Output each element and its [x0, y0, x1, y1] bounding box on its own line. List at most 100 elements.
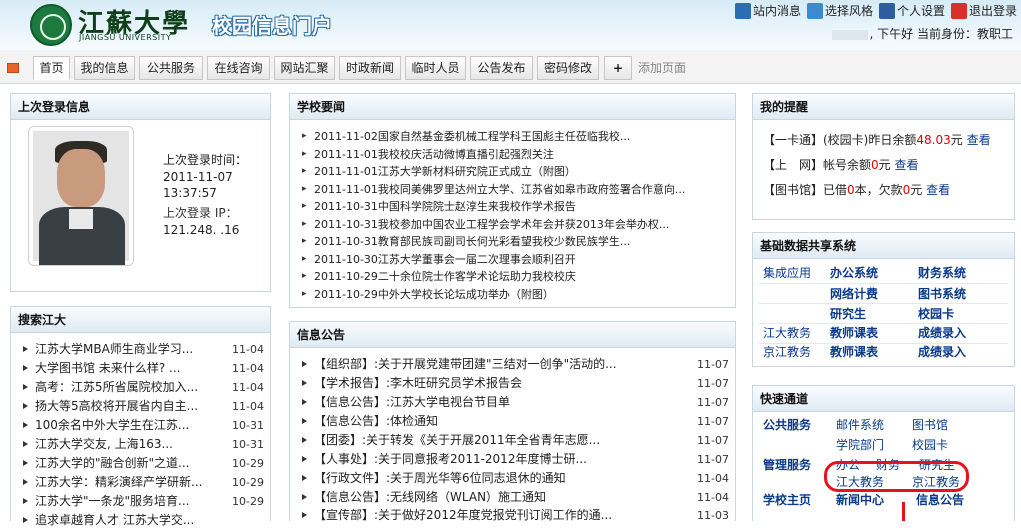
office-system-link[interactable]: 办公系统 — [830, 264, 878, 281]
jd-grade-entry-link[interactable]: 成绩录入 — [918, 324, 966, 341]
news-item[interactable]: 2011-10-29二十余位院士作客学术论坛助力我校校庆 — [290, 268, 735, 286]
quick-access-panel: 快速通道 公共服务 邮件系统 图书馆 学院部门 校园卡 管理服务 办公 财务 研… — [752, 385, 1015, 521]
news-item[interactable]: 2011-10-31中国科学院院士赵淳生来我校作学术报告 — [290, 198, 735, 216]
add-tab-button[interactable]: + — [604, 56, 632, 80]
notice-item[interactable]: 【信息公告】:无线网络（WLAN）施工通知 11-04 — [296, 488, 729, 507]
style-link[interactable]: 选择风格 — [806, 2, 873, 19]
campus-card-quick-link[interactable]: 校园卡 — [912, 436, 948, 453]
notice-item[interactable]: 【学术报告】:李木旺研究员学术报告会 11-07 — [296, 374, 729, 393]
search-item[interactable]: 江苏大学MBA师生商业学习... 11-04 — [17, 340, 264, 359]
news-item[interactable]: 2011-10-31教育部民族司副司长何光彩看望我校少数民族学生... — [290, 233, 735, 251]
tab-online-consult[interactable]: 在线咨询 — [207, 56, 270, 80]
header: 江蘇大學 JIANGSU UNIVERSITY 校园信息门户 站内消息 选择风格… — [0, 0, 1021, 50]
tab-my-info[interactable]: 我的信息 — [74, 56, 135, 80]
last-login-time-label: 上次登录时间： — [163, 153, 248, 167]
jd-academic-label: 江大教务 — [763, 326, 812, 340]
logout-link[interactable]: 退出登录 — [950, 2, 1017, 19]
last-login-ip-label: 上次登录 IP： — [163, 206, 238, 220]
tab-scroll-left-icon[interactable] — [7, 63, 19, 73]
search-item[interactable]: 江苏大学"一条龙"服务培育... 10-29 — [17, 492, 264, 511]
notice-item[interactable]: 【宣传部】:关于做好2012年度党报党刊订阅工作的通... 11-03 — [296, 506, 729, 525]
portal-title: 校园信息门户 — [212, 14, 332, 38]
university-logo — [30, 4, 72, 46]
notice-item[interactable]: 【组织部】:关于开展党建带团建"三结对一创争"活动的... 11-07 — [296, 355, 729, 374]
library-link[interactable]: 图书馆 — [912, 416, 948, 433]
school-news-title: 学校要闻 — [290, 94, 735, 120]
tab-temp-staff[interactable]: 临时人员 — [405, 56, 466, 80]
tab-current-news[interactable]: 时政新闻 — [339, 56, 401, 80]
departments-link[interactable]: 学院部门 — [836, 436, 884, 453]
info-notice-link[interactable]: 信息公告 — [916, 491, 964, 508]
tab-home[interactable]: 首页 — [33, 56, 70, 80]
campus-card-link[interactable]: 校园卡 — [918, 305, 954, 322]
library-view-link[interactable]: 查看 — [926, 183, 950, 197]
search-item[interactable]: 大学图书馆 未来什么样? ... 11-04 — [17, 359, 264, 378]
reminders-panel: 我的提醒 【一卡通】(校园卡)昨日余额48.03元 查看 【上 网】帐号余额0元… — [752, 93, 1015, 220]
graduate-link[interactable]: 研究生 — [830, 305, 866, 322]
school-news-list: 2011-11-02国家自然基金委机械工程学科王国彪主任莅临我校... 2011… — [290, 120, 735, 303]
message-icon — [734, 2, 751, 19]
last-login-title: 上次登录信息 — [11, 94, 270, 120]
card-reminder: 【一卡通】(校园卡)昨日余额48.03元 查看 — [763, 133, 991, 147]
notice-item[interactable]: 【信息公告】:江苏大学电视台节目单 11-07 — [296, 393, 729, 412]
card-view-link[interactable]: 查看 — [967, 133, 991, 147]
library-system-link[interactable]: 图书系统 — [918, 285, 966, 302]
last-login-panel: 上次登录信息 上次登录时间： 2011-11-07 13:37:57 上次登录 … — [10, 93, 271, 292]
notice-item[interactable]: 【人事处】:关于同意报考2011-2012年度博士研... 11-07 — [296, 450, 729, 469]
notice-item[interactable]: 【团委】:关于转发《关于开展2011年全省青年志愿... 11-07 — [296, 431, 729, 450]
news-item[interactable]: 2011-11-02国家自然基金委机械工程学科王国彪主任莅临我校... — [290, 128, 735, 146]
tab-public-services[interactable]: 公共服务 — [139, 56, 203, 80]
annotation-arrow-line — [902, 502, 905, 521]
search-item[interactable]: 江苏大学：精彩演绎产学研新... 10-29 — [17, 473, 264, 492]
notices-panel: 信息公告 【组织部】:关于开展党建带团建"三结对一创争"活动的... 11-07 … — [289, 321, 736, 522]
tab-password-change[interactable]: 密码修改 — [537, 56, 599, 80]
jj-academic-label: 京江教务 — [763, 345, 812, 359]
search-item[interactable]: 扬大等5高校将开展省内自主... 11-04 — [17, 397, 264, 416]
jj-teacher-schedule-link[interactable]: 教师课表 — [830, 343, 878, 360]
user-photo — [28, 126, 134, 266]
news-center-link[interactable]: 新闻中心 — [836, 491, 884, 508]
jd-teacher-schedule-link[interactable]: 教师课表 — [830, 324, 878, 341]
search-item[interactable]: 江苏大学交友, 上海163... 10-31 — [17, 435, 264, 454]
news-item[interactable]: 2011-11-01我校校庆活动微博直播引起强烈关注 — [290, 146, 735, 164]
search-item[interactable]: 江苏大学的"融合创新"之道... 10-29 — [17, 454, 264, 473]
user-settings-link[interactable]: 个人设置 — [878, 2, 945, 19]
reminders-title: 我的提醒 — [753, 94, 1014, 120]
news-item[interactable]: 2011-10-31我校参加中国农业工程学会学术年会并获2013年会举办权... — [290, 216, 735, 234]
tab-site-aggregation[interactable]: 网站汇聚 — [274, 56, 335, 80]
public-services-label: 公共服务 — [763, 418, 812, 432]
message-link[interactable]: 站内消息 — [734, 2, 801, 19]
search-item[interactable]: 100余名中外大学生在江苏... 10-31 — [17, 416, 264, 435]
annotation-ellipse — [824, 461, 969, 492]
news-item[interactable]: 2011-11-01我校同美佛罗里达州立大学、江苏省如皋市政府签署合作意向... — [290, 181, 735, 199]
last-login-time: 13:37:57 — [163, 186, 217, 200]
notice-item[interactable]: 【行政文件】:关于周光华等6位同志退休的通知 11-04 — [296, 469, 729, 488]
mail-system-link[interactable]: 邮件系统 — [836, 416, 884, 433]
library-reminder: 【图书馆】已借0本，欠款0元 查看 — [763, 183, 951, 197]
search-item[interactable]: 高考：江苏5所省属院校加入... 11-04 — [17, 378, 264, 397]
tab-notice-publish[interactable]: 公告发布 — [470, 56, 533, 80]
last-login-date: 2011-11-07 — [163, 170, 233, 184]
management-services-label: 管理服务 — [763, 458, 812, 472]
news-item[interactable]: 2011-11-01江苏大学新材料研究院正式成立（附图） — [290, 163, 735, 181]
university-name-en: JIANGSU UNIVERSITY — [79, 33, 172, 42]
search-panel: 搜索江大 江苏大学MBA师生商业学习... 11-04 大学图书馆 未来什么样? … — [10, 306, 271, 527]
search-title: 搜索江大 — [11, 307, 270, 333]
add-page-link[interactable]: 添加页面 — [638, 59, 686, 76]
school-home-link[interactable]: 学校主页 — [763, 491, 811, 508]
basic-data-title: 基础数据共享系统 — [753, 233, 1014, 259]
network-billing-link[interactable]: 网络计费 — [830, 285, 878, 302]
integrated-apps-label: 集成应用 — [763, 266, 812, 280]
finance-system-link[interactable]: 财务系统 — [918, 264, 966, 281]
logout-icon — [950, 2, 967, 19]
quick-access-title: 快速通道 — [753, 386, 1014, 412]
news-item[interactable]: 2011-10-30江苏大学董事会一届二次理事会顺利召开 — [290, 251, 735, 269]
net-view-link[interactable]: 查看 — [895, 158, 919, 172]
news-item[interactable]: 2011-10-29中外大学校长论坛成功举办（附图） — [290, 286, 735, 304]
top-links: 站内消息 选择风格 个人设置 退出登录 — [734, 2, 1017, 19]
notice-item[interactable]: 【信息公告】:体检通知 11-07 — [296, 412, 729, 431]
user-settings-icon — [878, 2, 895, 19]
tab-bar: 首页 我的信息 公共服务 在线咨询 网站汇聚 时政新闻 临时人员 公告发布 密码… — [0, 50, 1021, 84]
jj-grade-entry-link[interactable]: 成绩录入 — [918, 343, 966, 360]
notices-title: 信息公告 — [290, 322, 735, 348]
